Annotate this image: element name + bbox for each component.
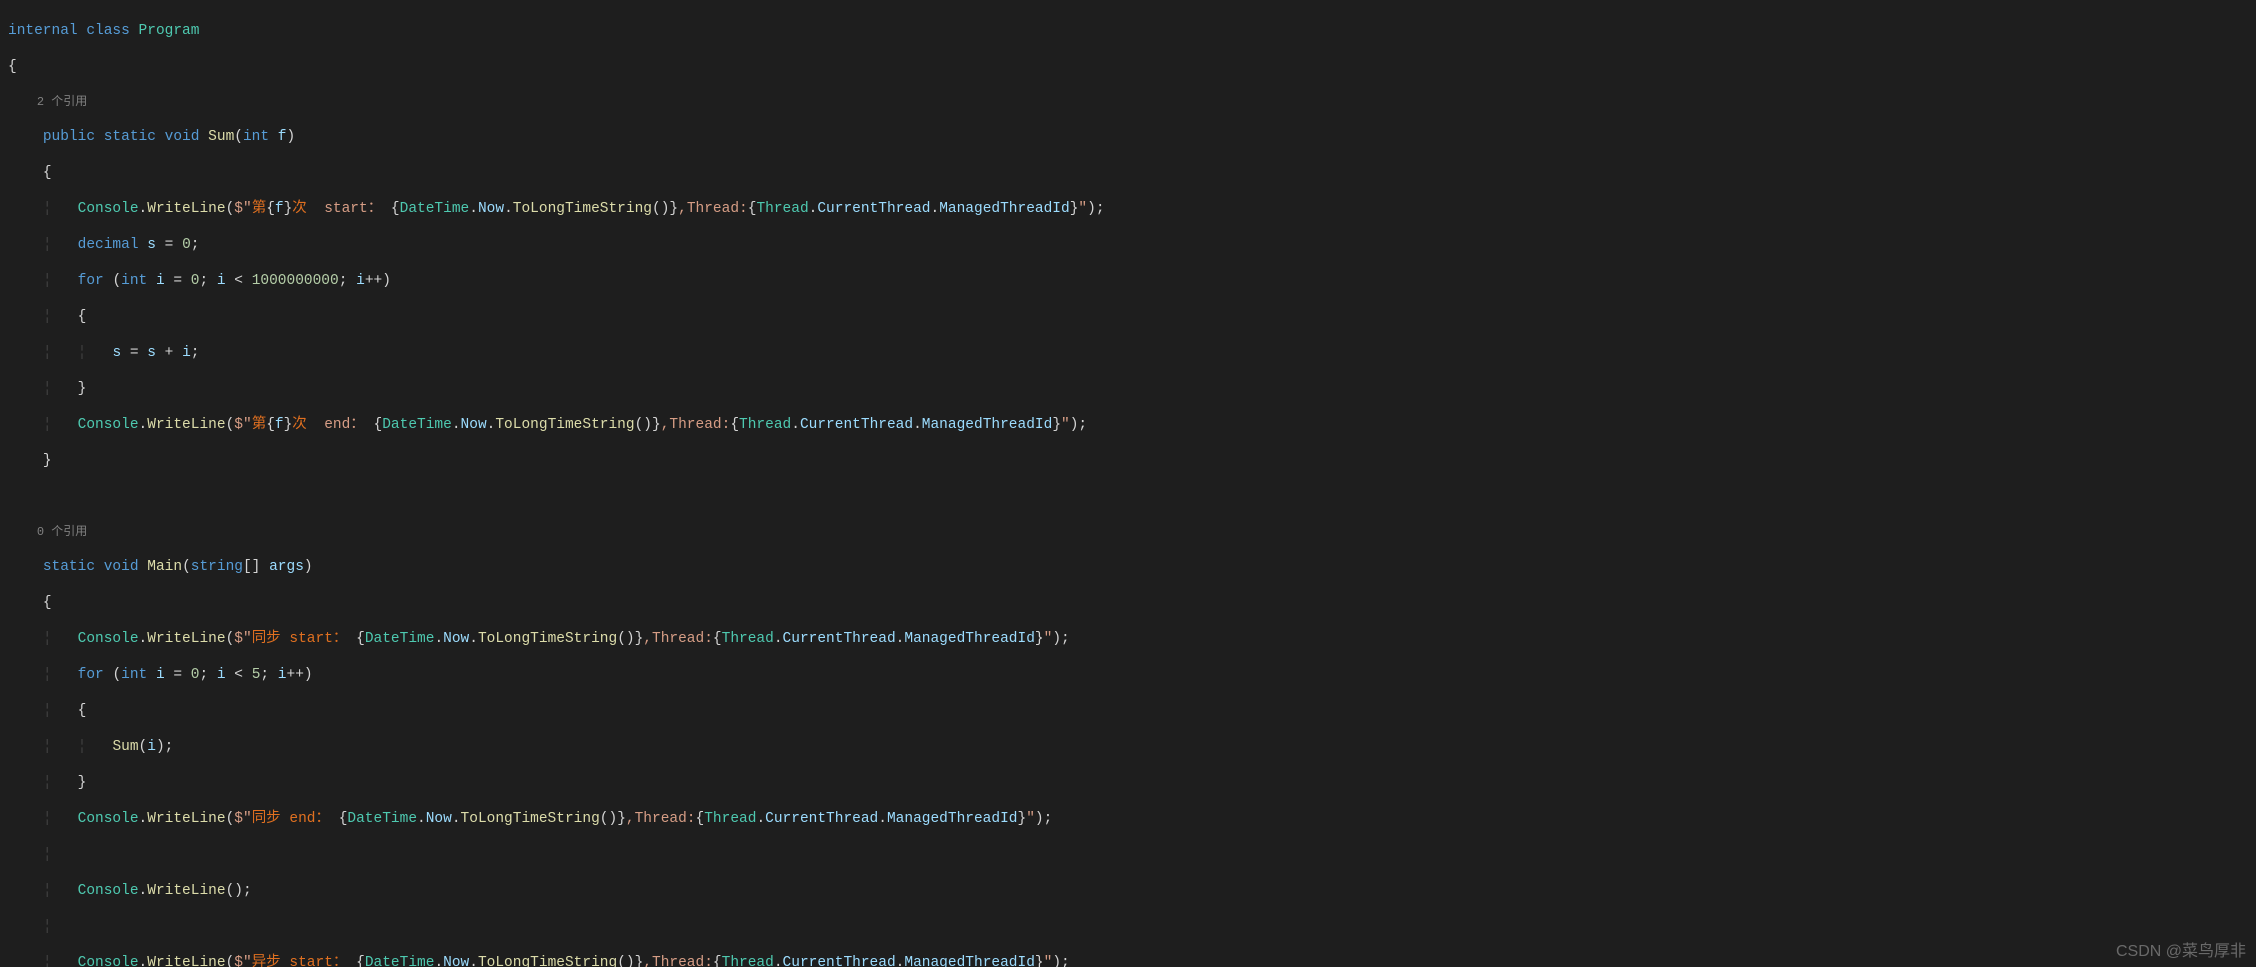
code-line: ¦ Console.WriteLine($"异步 start： {DateTim… — [8, 954, 2256, 967]
codelens-main[interactable]: 0 个引用 — [8, 524, 2256, 540]
code-line: { — [8, 164, 2256, 182]
code-line: { — [8, 58, 2256, 76]
code-line: } — [8, 452, 2256, 470]
code-line: ¦ Console.WriteLine($"同步 start： {DateTim… — [8, 630, 2256, 648]
code-line: ¦ for (int i = 0; i < 1000000000; i++) — [8, 272, 2256, 290]
code-line: ¦ } — [8, 380, 2256, 398]
code-line: ¦ Console.WriteLine($"第{f}次 end： {DateTi… — [8, 416, 2256, 434]
code-line: internal class Program — [8, 22, 2256, 40]
code-line: ¦ } — [8, 774, 2256, 792]
code-line: ¦ Console.WriteLine($"第{f}次 start： {Date… — [8, 200, 2256, 218]
code-line: static void Main(string[] args) — [8, 558, 2256, 576]
code-line: ¦ { — [8, 308, 2256, 326]
code-line: ¦ Console.WriteLine(); — [8, 882, 2256, 900]
code-line: ¦ for (int i = 0; i < 5; i++) — [8, 666, 2256, 684]
code-line — [8, 488, 2256, 506]
code-line: ¦ ¦ Sum(i); — [8, 738, 2256, 756]
code-line: ¦ Console.WriteLine($"同步 end： {DateTime.… — [8, 810, 2256, 828]
code-editor[interactable]: internal class Program { 2 个引用 public st… — [0, 0, 2256, 967]
codelens-sum[interactable]: 2 个引用 — [8, 94, 2256, 110]
code-line: ¦ ¦ s = s + i; — [8, 344, 2256, 362]
code-line: ¦ { — [8, 702, 2256, 720]
code-line: ¦ — [8, 846, 2256, 864]
code-line: ¦ — [8, 918, 2256, 936]
watermark-text: CSDN @菜鸟厚非 — [2116, 943, 2246, 961]
code-line: ¦ decimal s = 0; — [8, 236, 2256, 254]
code-line: public static void Sum(int f) — [8, 128, 2256, 146]
code-line: { — [8, 594, 2256, 612]
